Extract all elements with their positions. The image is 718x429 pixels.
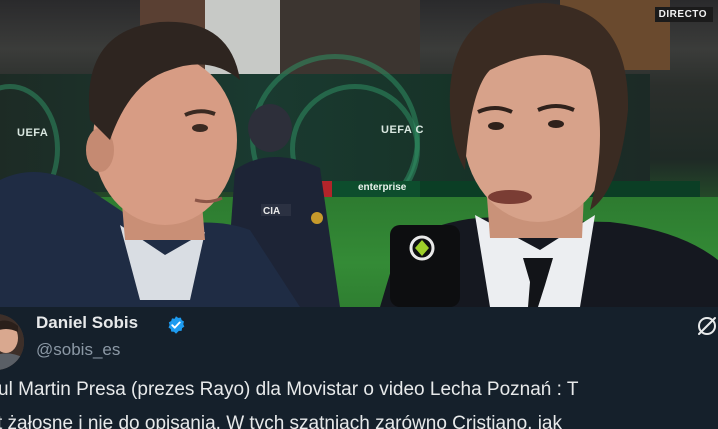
verified-badge-icon [168,316,185,334]
interviewee [380,3,718,307]
interviewer [0,21,300,307]
tweet-text-line: t żałosne i nie do opisania. W tych szat… [0,413,562,429]
live-badge: DIRECTO [654,7,713,22]
grok-icon[interactable] [696,315,718,337]
author-handle[interactable]: @sobis_es [36,340,120,360]
tweet-text-line: ul Martin Presa (prezes Rayo) dla Movist… [0,379,579,400]
avatar-image [0,314,24,370]
tweet-card[interactable]: Daniel Sobis @sobis_es ul Martin Presa (… [0,307,718,429]
video-frame[interactable]: UEFA UEFA C enterprise CIA DIRECTO [0,0,718,307]
avatar[interactable] [0,314,24,370]
author-name[interactable]: Daniel Sobis [36,313,138,333]
